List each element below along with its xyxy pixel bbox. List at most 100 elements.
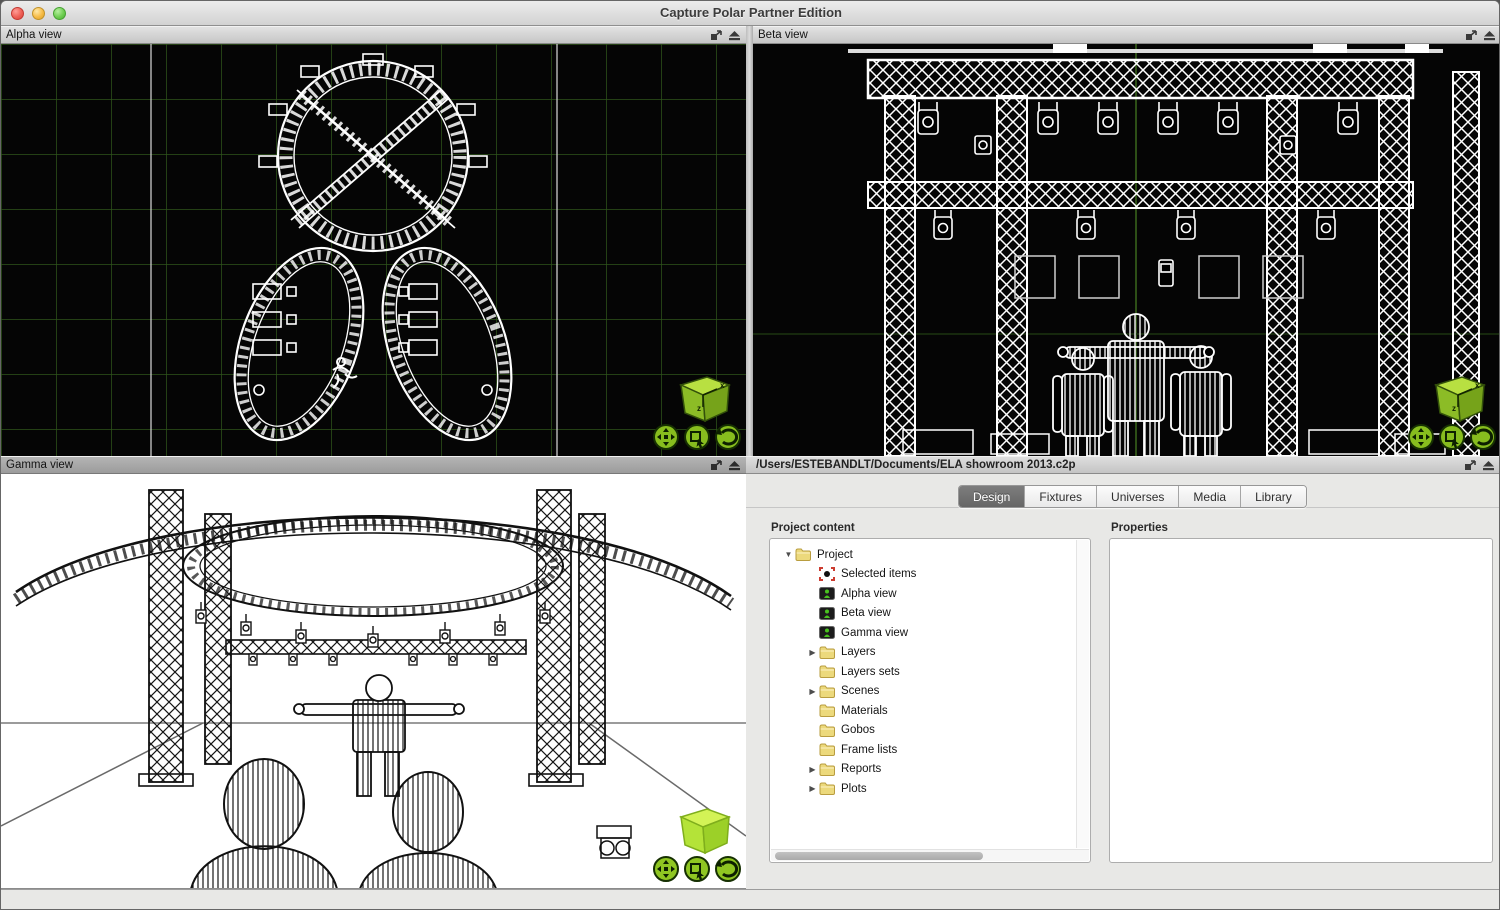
beta-nav-gizmo[interactable]: x z: [1408, 373, 1496, 451]
tree-item-label: Selected items: [841, 568, 916, 580]
horizontal-scrollbar-thumb[interactable]: [775, 852, 983, 860]
eject-icon[interactable]: [728, 460, 741, 471]
svg-text:x: x: [1475, 381, 1480, 390]
gizmo-buttons: [1408, 423, 1496, 451]
popout-icon[interactable]: [1464, 460, 1477, 471]
beta-viewport[interactable]: x z: [753, 44, 1500, 456]
eject-icon[interactable]: [1482, 460, 1495, 471]
tab-universes[interactable]: Universes: [1097, 486, 1179, 507]
horizontal-scrollbar[interactable]: [771, 849, 1089, 861]
tree-item-layers[interactable]: ▶Layers: [772, 643, 1074, 663]
tree-item-layers-sets[interactable]: Layers sets: [772, 662, 1074, 682]
select-mode-button[interactable]: [685, 857, 709, 881]
tree-item-scenes[interactable]: ▶ Scenes: [772, 682, 1074, 702]
tree-item-project[interactable]: ▼ Project: [772, 545, 1074, 565]
title-bar: Capture Polar Partner Edition: [1, 1, 1500, 26]
tree-item-beta-view[interactable]: Beta view: [772, 604, 1074, 624]
app-window: Capture Polar Partner Edition Alpha view: [0, 0, 1500, 910]
tree-expand-arrow[interactable]: ▼: [782, 550, 795, 559]
select-mode-button[interactable]: [1440, 425, 1464, 449]
gizmo-buttons: [653, 423, 741, 451]
tab-media[interactable]: Media: [1179, 486, 1241, 507]
view-icon: [819, 626, 835, 639]
gamma-view-title: Gamma view: [6, 459, 73, 471]
folder-icon: [819, 665, 835, 678]
alpha-nav-gizmo[interactable]: x z: [653, 373, 741, 451]
pan-button[interactable]: [654, 425, 678, 449]
tree-item-label: Project: [817, 549, 853, 561]
popout-icon[interactable]: [710, 30, 723, 41]
project-content-header: Project content: [771, 522, 855, 534]
tree-item-label: Layers sets: [841, 666, 900, 678]
tree-item-label: Gamma view: [841, 627, 908, 639]
tree-expand-arrow[interactable]: ▶: [806, 687, 819, 696]
folder-icon: [795, 548, 811, 561]
popout-icon[interactable]: [1465, 30, 1478, 41]
alpha-view-header: Alpha view: [1, 26, 746, 44]
orbit-button[interactable]: [715, 857, 740, 881]
selected-items-icon: [819, 567, 835, 581]
window-title: Capture Polar Partner Edition: [1, 5, 1500, 20]
tree-item-label: Alpha view: [841, 588, 897, 600]
tree-item-plots[interactable]: ▶ Plots: [772, 779, 1074, 799]
tab-design[interactable]: Design: [959, 486, 1025, 507]
gamma-view-header: Gamma view: [1, 456, 746, 474]
gamma-scene-wireframe: [1, 474, 746, 889]
select-mode-button[interactable]: [685, 425, 709, 449]
vertical-scrollbar[interactable]: [1076, 540, 1089, 848]
tree-item-label: Beta view: [841, 607, 891, 619]
tree-item-gamma-view[interactable]: Gamma view: [772, 623, 1074, 643]
tree-expand-arrow[interactable]: ▶: [806, 784, 819, 793]
folder-icon: [819, 763, 835, 776]
properties-header: Properties: [1111, 522, 1168, 534]
folder-icon: [819, 685, 835, 698]
tree-item-label: Frame lists: [841, 744, 897, 756]
tree-item-label: Materials: [841, 705, 888, 717]
tree-item-frame-lists[interactable]: Frame lists: [772, 740, 1074, 760]
tree-item-alpha-view[interactable]: Alpha view: [772, 584, 1074, 604]
project-panel: DesignFixturesUniversesMediaLibrary Proj…: [746, 474, 1500, 889]
vertical-splitter[interactable]: [746, 26, 753, 456]
gamma-nav-gizmo[interactable]: [653, 805, 741, 883]
properties-panel: [1109, 538, 1493, 863]
window-bottom-strip: [1, 889, 1500, 910]
gamma-viewport[interactable]: [1, 474, 746, 889]
view-icon: [819, 607, 835, 620]
tree-item-label: Plots: [841, 783, 867, 795]
orientation-cube[interactable]: x z: [673, 373, 735, 423]
folder-icon: [819, 782, 835, 795]
folder-icon: [819, 724, 835, 737]
document-path: /Users/ESTEBANDLT/Documents/ELA showroom…: [756, 459, 1076, 471]
orbit-button[interactable]: [715, 425, 740, 449]
folder-icon: [819, 646, 835, 659]
popout-icon[interactable]: [710, 460, 723, 471]
tab-fixtures[interactable]: Fixtures: [1025, 486, 1097, 507]
eject-icon[interactable]: [1483, 30, 1496, 41]
project-tree: ▼ Project Selected items Alpha view Beta vie…: [772, 545, 1074, 848]
tree-expand-arrow[interactable]: ▶: [806, 648, 819, 657]
tab-library[interactable]: Library: [1241, 486, 1306, 507]
pan-button[interactable]: [1409, 425, 1433, 449]
gizmo-buttons: [653, 855, 741, 883]
svg-text:x: x: [720, 381, 725, 390]
tree-item-label: Reports: [841, 763, 881, 775]
tree-item-reports[interactable]: ▶ Reports: [772, 760, 1074, 780]
orientation-cube[interactable]: x z: [1428, 373, 1490, 423]
orbit-button[interactable]: [1470, 425, 1495, 449]
tree-expand-arrow[interactable]: ▶: [806, 765, 819, 774]
tree-item-materials[interactable]: Materials: [772, 701, 1074, 721]
orientation-cube[interactable]: [673, 805, 735, 855]
tree-item-selected-items[interactable]: Selected items: [772, 565, 1074, 585]
pan-button[interactable]: [654, 857, 678, 881]
document-path-bar: /Users/ESTEBANDLT/Documents/ELA showroom…: [746, 456, 1500, 474]
tree-item-label: Scenes: [841, 685, 879, 697]
alpha-viewport[interactable]: x z: [1, 44, 746, 456]
eject-icon[interactable]: [728, 30, 741, 41]
tree-item-gobos[interactable]: Gobos: [772, 721, 1074, 741]
svg-text:z: z: [1452, 404, 1456, 413]
beta-scene-wireframe: [753, 44, 1500, 456]
view-icon: [819, 587, 835, 600]
alpha-view-title: Alpha view: [6, 29, 62, 41]
folder-icon: [819, 704, 835, 717]
alpha-scene-wireframe: [1, 44, 746, 456]
